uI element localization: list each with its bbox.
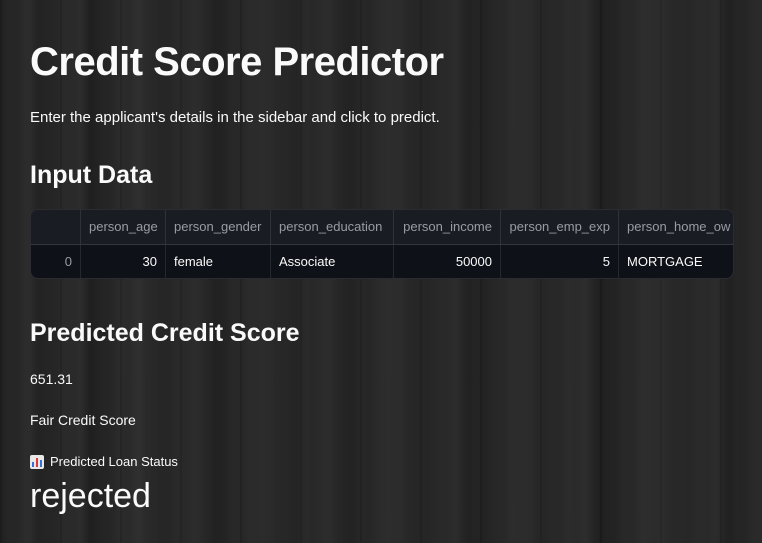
page-subtitle: Enter the applicant's details in the sid… <box>30 109 440 126</box>
table-cell[interactable]: female <box>166 245 271 278</box>
column-header-index[interactable] <box>31 210 81 244</box>
column-header-person-age[interactable]: person_age <box>81 210 166 244</box>
input-data-table[interactable]: person_age person_gender person_educatio… <box>30 209 734 279</box>
table-header-row: person_age person_gender person_educatio… <box>31 210 733 245</box>
page-title: Credit Score Predictor <box>30 40 444 84</box>
table-row: 0 30 female Associate 50000 5 MORTGAGE <box>31 245 733 278</box>
column-header-person-income[interactable]: person_income <box>394 210 501 244</box>
loan-status-label: Predicted Loan Status <box>30 453 178 471</box>
bar-chart-icon <box>30 455 44 469</box>
column-header-person-education[interactable]: person_education <box>271 210 394 244</box>
input-data-heading: Input Data <box>30 161 153 189</box>
loan-status-label-text: Predicted Loan Status <box>50 454 178 469</box>
table-cell[interactable]: 50000 <box>394 245 501 278</box>
column-header-person-emp-exp[interactable]: person_emp_exp <box>501 210 619 244</box>
row-index-cell: 0 <box>31 245 81 278</box>
predicted-credit-score-heading: Predicted Credit Score <box>30 319 300 347</box>
column-header-person-home-ownership[interactable]: person_home_ow <box>619 210 733 244</box>
table-cell[interactable]: MORTGAGE <box>619 245 733 278</box>
credit-score-value: 651.31 <box>30 371 73 387</box>
table-cell[interactable]: 5 <box>501 245 619 278</box>
credit-score-category: Fair Credit Score <box>30 412 136 428</box>
column-header-person-gender[interactable]: person_gender <box>166 210 271 244</box>
table-cell[interactable]: 30 <box>81 245 166 278</box>
table-cell[interactable]: Associate <box>271 245 394 278</box>
loan-status-value: rejected <box>30 477 151 515</box>
